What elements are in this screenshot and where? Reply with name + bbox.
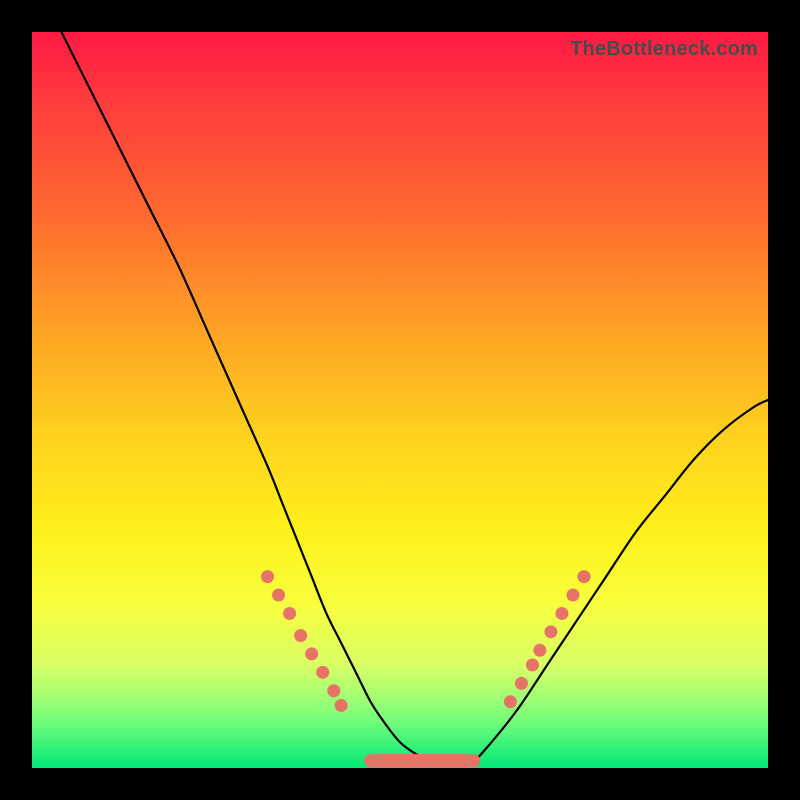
- data-marker: [294, 629, 307, 642]
- trough-marker-cap: [467, 754, 480, 767]
- data-marker: [335, 699, 348, 712]
- trough-marker-cap: [364, 754, 377, 767]
- data-marker: [261, 570, 274, 583]
- chart-svg: [32, 32, 768, 768]
- data-marker: [327, 684, 340, 697]
- data-marker: [504, 695, 517, 708]
- data-marker: [533, 644, 546, 657]
- trough-marker: [371, 754, 474, 767]
- data-marker: [566, 589, 579, 602]
- data-marker: [555, 607, 568, 620]
- data-marker: [283, 607, 296, 620]
- data-marker: [544, 625, 557, 638]
- data-marker: [305, 647, 318, 660]
- chart-plot-area: TheBottleneck.com: [32, 32, 768, 768]
- data-marker: [272, 589, 285, 602]
- bottleneck-curve: [61, 32, 768, 765]
- bottom-marker-bar: [364, 754, 480, 767]
- chart-frame: TheBottleneck.com: [0, 0, 800, 800]
- data-marker: [578, 570, 591, 583]
- data-marker: [316, 666, 329, 679]
- data-markers: [261, 570, 590, 712]
- data-marker: [515, 677, 528, 690]
- data-marker: [526, 658, 539, 671]
